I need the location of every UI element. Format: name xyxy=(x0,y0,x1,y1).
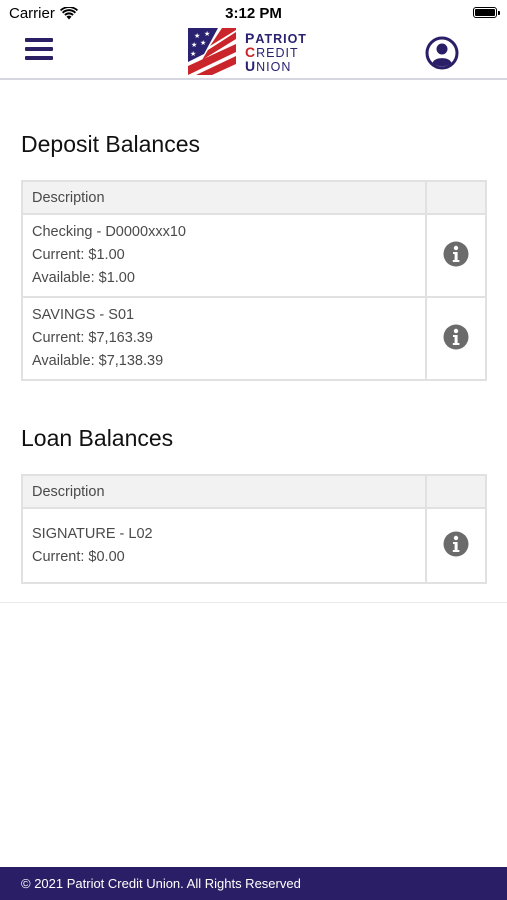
info-cell xyxy=(425,507,487,584)
info-cell xyxy=(425,296,487,381)
loan-balances-title: Loan Balances xyxy=(21,425,174,451)
svg-text:★: ★ xyxy=(200,39,206,47)
available-balance: Available: $1.00 xyxy=(32,270,135,286)
logo-word-union: UNION xyxy=(245,58,292,74)
patriot-credit-union-logo: ★ ★ ★ ★ ★ PATRIOT CREDIT UNION xyxy=(188,28,323,76)
loan-balances-table: Description SIGNATURE - L02 Current: $0.… xyxy=(21,474,487,584)
loan-description-cell: SIGNATURE - L02 Current: $0.00 xyxy=(21,507,427,584)
table-header-row: Description xyxy=(21,180,487,215)
info-icon[interactable] xyxy=(443,241,469,267)
loan-name: SIGNATURE - L02 xyxy=(32,525,153,542)
info-icon[interactable] xyxy=(443,531,469,557)
footer: © 2021 Patriot Credit Union. All Rights … xyxy=(0,867,507,900)
status-time: 3:12 PM xyxy=(225,5,282,22)
table-row: SAVINGS - S01 Current: $7,163.39 Availab… xyxy=(21,296,487,381)
info-cell xyxy=(425,213,487,298)
table-header-row: Description xyxy=(21,474,487,509)
current-balance: Current: $1.00 xyxy=(32,247,125,263)
svg-text:★: ★ xyxy=(191,41,197,49)
details-column-header xyxy=(425,180,487,215)
deposit-balances-title: Deposit Balances xyxy=(21,131,200,157)
profile-icon[interactable] xyxy=(425,36,459,70)
app-header: ★ ★ ★ ★ ★ PATRIOT CREDIT UNION xyxy=(0,28,507,80)
table-row: Checking - D0000xxx10 Current: $1.00 Ava… xyxy=(21,213,487,298)
table-row: SIGNATURE - L02 Current: $0.00 xyxy=(21,507,487,584)
status-bar: Carrier 3:12 PM xyxy=(0,0,507,28)
description-column-header: Description xyxy=(21,180,427,215)
available-balance: Available: $7,138.39 xyxy=(32,353,164,369)
balances-content: Deposit Balances Description Checking - … xyxy=(0,80,507,603)
current-balance: Current: $7,163.39 xyxy=(32,330,153,346)
current-balance: Current: $0.00 xyxy=(32,548,125,565)
account-name: SAVINGS - S01 xyxy=(32,307,135,323)
flag-logo-icon: ★ ★ ★ ★ ★ xyxy=(188,28,236,75)
hamburger-icon-bar xyxy=(25,38,53,42)
copyright-text: © 2021 Patriot Credit Union. All Rights … xyxy=(21,876,301,891)
deposit-balances-table: Description Checking - D0000xxx10 Curren… xyxy=(21,180,487,381)
battery-icon xyxy=(473,7,500,18)
details-column-header xyxy=(425,474,487,509)
svg-text:★: ★ xyxy=(190,50,196,58)
hamburger-icon-bar xyxy=(25,47,53,51)
info-icon[interactable] xyxy=(443,324,469,350)
description-column-header: Description xyxy=(21,474,427,509)
account-description-cell: Checking - D0000xxx10 Current: $1.00 Ava… xyxy=(21,213,427,298)
hamburger-icon-bar xyxy=(25,56,53,60)
logo-wordmark: PATRIOT CREDIT UNION xyxy=(245,31,307,74)
menu-button[interactable] xyxy=(25,38,53,62)
account-name: Checking - D0000xxx10 xyxy=(32,224,186,240)
account-description-cell: SAVINGS - S01 Current: $7,163.39 Availab… xyxy=(21,296,427,381)
svg-text:★: ★ xyxy=(204,30,210,38)
